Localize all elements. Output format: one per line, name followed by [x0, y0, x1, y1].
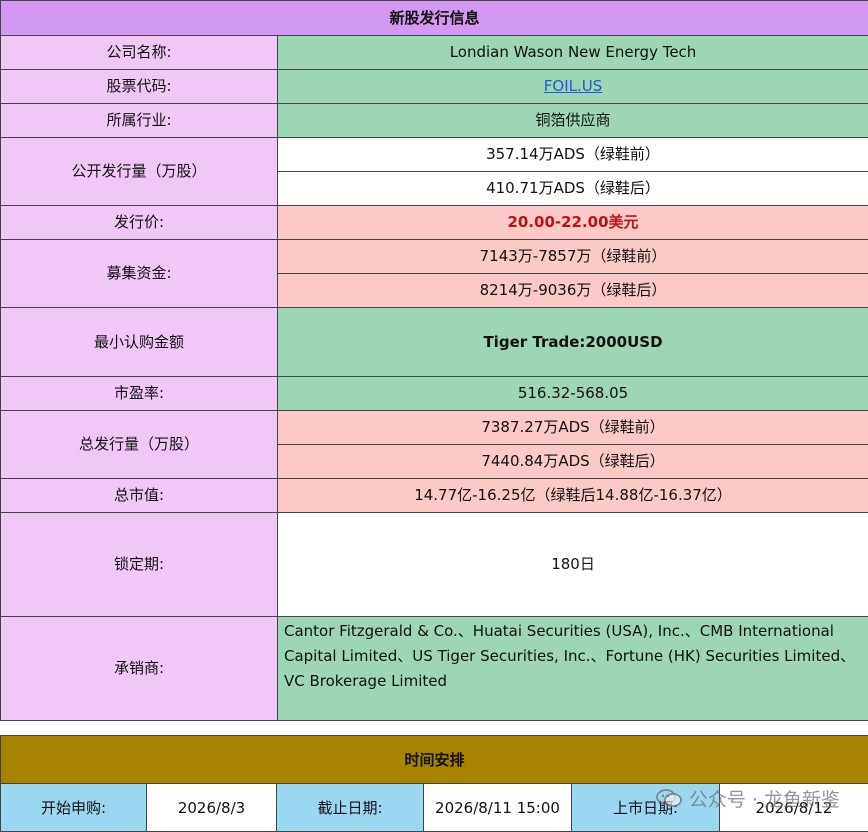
raise-after: 8214万-9036万（绿鞋后） — [278, 274, 868, 308]
end-date-label: 截止日期: — [277, 784, 424, 832]
min-subscription-value: Tiger Trade:2000USD — [278, 308, 868, 377]
public-offering-before: 357.14万ADS（绿鞋前） — [278, 138, 868, 172]
lockup-value: 180日 — [278, 513, 868, 617]
industry-label: 所属行业: — [1, 104, 278, 138]
ticker-cell: FOIL.US — [278, 70, 868, 104]
schedule-table: 时间安排 开始申购: 2026/8/3 截止日期: 2026/8/11 15:0… — [0, 735, 868, 832]
pe-label: 市盈率: — [1, 377, 278, 411]
table-title: 新股发行信息 — [1, 1, 868, 36]
listing-date-label: 上市日期: — [572, 784, 720, 832]
raise-label: 募集资金: — [1, 240, 278, 308]
public-offering-after: 410.71万ADS（绿鞋后） — [278, 172, 868, 206]
lockup-label: 锁定期: — [1, 513, 278, 617]
price-label: 发行价: — [1, 206, 278, 240]
market-cap-value: 14.77亿-16.25亿（绿鞋后14.88亿-16.37亿） — [278, 479, 868, 513]
schedule-title: 时间安排 — [1, 736, 868, 784]
total-offering-label: 总发行量（万股） — [1, 411, 278, 479]
industry-value: 铜箔供应商 — [278, 104, 868, 138]
end-date-value: 2026/8/11 15:00 — [424, 784, 572, 832]
total-offering-after: 7440.84万ADS（绿鞋后） — [278, 445, 868, 479]
start-date-value: 2026/8/3 — [147, 784, 277, 832]
public-offering-label: 公开发行量（万股） — [1, 138, 278, 206]
ipo-info-table: 新股发行信息 公司名称: Londian Wason New Energy Te… — [0, 0, 868, 721]
listing-date-value: 2026/8/12 — [720, 784, 868, 832]
underwriters-value: Cantor Fitzgerald & Co.、Huatai Securitie… — [278, 617, 868, 721]
price-value: 20.00-22.00美元 — [278, 206, 868, 240]
company-name-value: Londian Wason New Energy Tech — [278, 36, 868, 70]
start-date-label: 开始申购: — [1, 784, 147, 832]
company-name-label: 公司名称: — [1, 36, 278, 70]
ticker-label: 股票代码: — [1, 70, 278, 104]
pe-value: 516.32-568.05 — [278, 377, 868, 411]
market-cap-label: 总市值: — [1, 479, 278, 513]
total-offering-before: 7387.27万ADS（绿鞋前） — [278, 411, 868, 445]
underwriters-label: 承销商: — [1, 617, 278, 721]
ticker-link[interactable]: FOIL.US — [544, 77, 602, 95]
raise-before: 7143万-7857万（绿鞋前） — [278, 240, 868, 274]
min-subscription-label: 最小认购金额 — [1, 308, 278, 377]
